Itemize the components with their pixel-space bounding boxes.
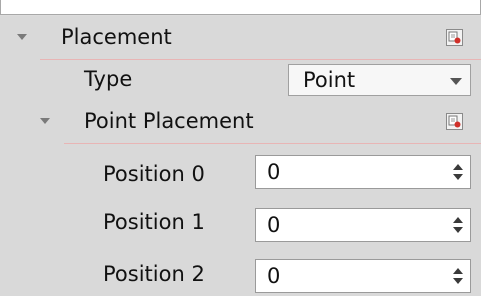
section-placement[interactable]: Placement [0,16,481,60]
position-0-stepper[interactable] [446,156,470,188]
position-0-value: 0 [267,160,281,184]
expand-point-placement-icon[interactable] [40,118,50,124]
section-underline [64,143,481,144]
position-1-spinbox[interactable]: 0 [255,208,471,242]
section-point-placement-label: Point Placement [84,109,254,133]
position-0-spinbox[interactable]: 0 [255,155,471,189]
position-2-value: 0 [267,264,281,288]
spin-up-icon[interactable] [453,217,463,223]
spin-down-icon[interactable] [453,278,463,284]
spin-up-icon[interactable] [453,268,463,274]
properties-panel: Placement Type Point Point Placement Pos… [0,16,481,296]
expand-placement-icon[interactable] [17,34,27,40]
reset-placement-button[interactable] [446,29,463,46]
position-0-label: Position 0 [103,162,205,186]
position-1-value: 0 [267,213,281,237]
property-row-type: Type Point [0,60,481,100]
position-1-stepper[interactable] [446,209,470,241]
position-1-label: Position 1 [103,210,205,234]
position-2-spinbox[interactable]: 0 [255,259,471,293]
reset-default-icon [448,31,461,44]
position-2-label: Position 2 [103,262,205,286]
property-row-position-2: Position 2 0 [0,245,481,293]
position-2-stepper[interactable] [446,260,470,292]
section-placement-label: Placement [61,25,172,49]
spin-down-icon[interactable] [453,227,463,233]
reset-default-icon [448,115,461,128]
type-select[interactable]: Point [288,64,471,96]
reset-point-placement-button[interactable] [446,113,463,130]
type-select-value: Point [303,68,356,92]
property-row-position-0: Position 0 0 [0,151,481,195]
section-point-placement[interactable]: Point Placement [0,100,481,144]
spin-down-icon[interactable] [453,174,463,180]
type-label: Type [84,67,133,91]
property-row-position-1: Position 1 0 [0,199,481,243]
spin-up-icon[interactable] [453,164,463,170]
chevron-down-icon [450,78,462,85]
previous-panel-edge [0,0,481,15]
